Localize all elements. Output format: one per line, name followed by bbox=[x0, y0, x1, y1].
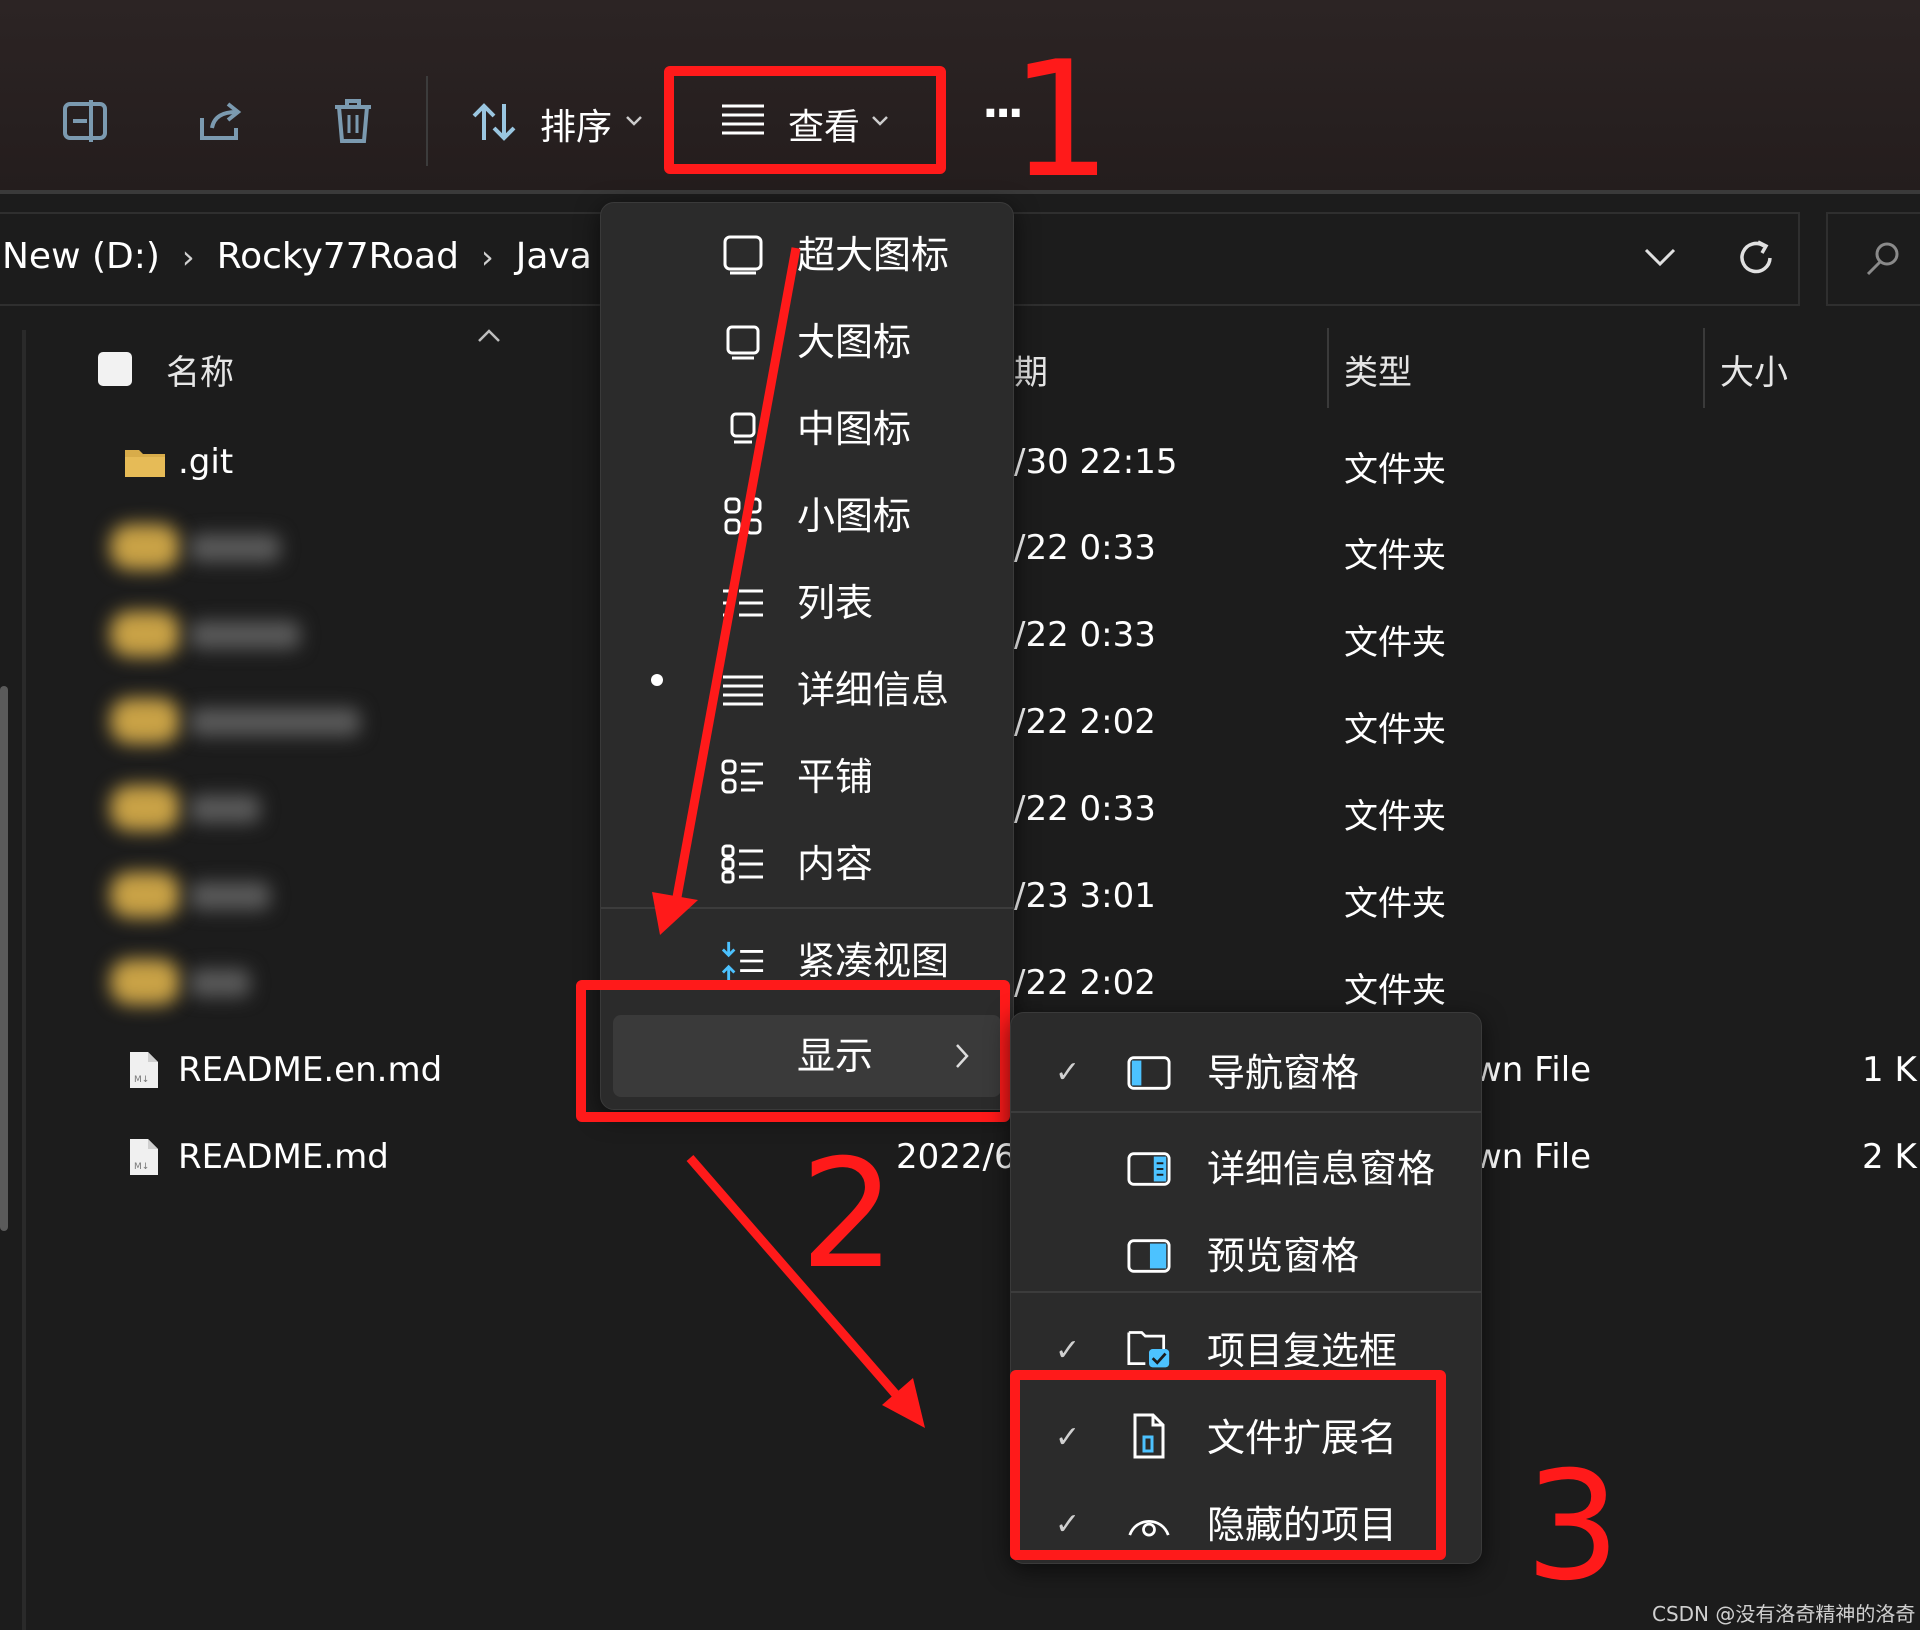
watermark: CSDN @没有洛奇精神的洛奇 bbox=[1652, 1602, 1916, 1626]
annotation-arrowhead-1 bbox=[652, 892, 698, 935]
annotation-number-3: 3 bbox=[1525, 1440, 1621, 1614]
annotation-arrows bbox=[652, 247, 925, 1428]
annotation-arrow-1 bbox=[670, 247, 801, 909]
annotation-number-2: 2 bbox=[800, 1128, 896, 1302]
